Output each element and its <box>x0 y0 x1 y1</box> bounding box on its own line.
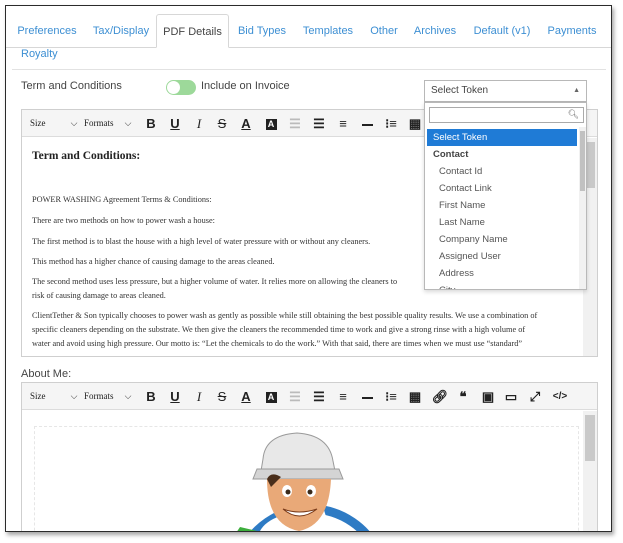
settings-panel: Preferences Tax/Display PDF Details Bid … <box>5 5 612 532</box>
about-editor-toolbar: Size ⌵ Formats ⌵ B U I S A A ☰ ☰ ≡ ⁝≡ ▦ … <box>22 383 597 410</box>
token-option[interactable]: Contact Id <box>427 163 577 180</box>
link-icon[interactable]: 🔗︎ <box>431 383 449 410</box>
fullscreen-icon[interactable]: ⤢ <box>526 383 544 410</box>
profile-image[interactable] <box>34 426 579 531</box>
caret-up-icon: ▲ <box>573 87 580 94</box>
table-icon[interactable]: ▦ <box>406 110 424 137</box>
font-color-icon[interactable]: A <box>237 383 255 410</box>
numbered-list-icon[interactable]: ⁝≡ <box>382 383 400 410</box>
token-dropdown-list: 🔍︎ Select Token Contact Contact Id Conta… <box>424 102 587 290</box>
about-me-label: About Me: <box>21 368 72 380</box>
power-washer-mascot-image <box>237 432 370 531</box>
token-option-select-token[interactable]: Select Token <box>427 129 577 146</box>
token-option[interactable]: Company Name <box>427 231 577 248</box>
font-size-select[interactable]: Size <box>30 110 60 137</box>
formats-select[interactable]: Formats <box>84 110 124 137</box>
tab-tax-display[interactable]: Tax/Display <box>88 14 154 48</box>
tab-payments[interactable]: Payments <box>544 14 600 48</box>
toggle-knob <box>167 81 180 94</box>
terms-label: Term and Conditions <box>21 80 122 92</box>
token-option[interactable]: Contact Link <box>427 180 577 197</box>
terms-paragraph: risk of causing damage to areas cleaned. <box>32 291 166 300</box>
chevron-down-icon[interactable]: ⌵ <box>68 110 80 137</box>
code-view-icon[interactable]: </> <box>550 383 570 410</box>
tab-divider <box>6 47 611 48</box>
numbered-list-icon[interactable]: ⁝≡ <box>382 110 400 137</box>
tab-royalty[interactable]: Royalty <box>21 47 58 61</box>
indent-icon[interactable]: ☰ <box>310 110 328 137</box>
strikethrough-icon[interactable]: S <box>213 383 231 410</box>
italic-icon[interactable]: I <box>190 383 208 410</box>
underline-icon[interactable]: U <box>166 110 184 137</box>
token-option[interactable]: Assigned User <box>427 248 577 265</box>
font-color-icon[interactable]: A <box>237 110 255 137</box>
background-color-icon[interactable]: A <box>262 110 280 137</box>
token-search-input[interactable]: 🔍︎ <box>429 107 584 123</box>
tab-default-v1[interactable]: Default (v1) <box>468 14 536 48</box>
outdent-icon[interactable]: ☰ <box>286 110 304 137</box>
tab-pdf-details[interactable]: PDF Details <box>156 14 229 48</box>
align-icon[interactable]: ≡ <box>334 110 352 137</box>
horizontal-rule-icon[interactable] <box>358 110 376 137</box>
background-color-icon[interactable]: A <box>262 383 280 410</box>
quote-icon[interactable]: ❝ <box>454 383 472 410</box>
about-scrollbar[interactable] <box>583 411 597 531</box>
select-token-dropdown[interactable]: Select Token ▲ <box>424 80 587 102</box>
strikethrough-icon[interactable]: S <box>213 110 231 137</box>
chevron-down-icon[interactable]: ⌵ <box>122 110 134 137</box>
formats-select[interactable]: Formats <box>84 383 124 410</box>
chevron-down-icon[interactable]: ⌵ <box>122 383 134 410</box>
select-token-value: Select Token <box>431 85 489 96</box>
font-size-select[interactable]: Size <box>30 383 60 410</box>
align-icon[interactable]: ≡ <box>334 383 352 410</box>
terms-heading: Term and Conditions: <box>32 150 141 162</box>
bold-icon[interactable]: B <box>142 383 160 410</box>
about-me-editor: Size ⌵ Formats ⌵ B U I S A A ☰ ☰ ≡ ⁝≡ ▦ … <box>21 382 598 531</box>
token-option[interactable]: City <box>427 282 577 289</box>
image-icon[interactable]: ▣ <box>479 383 497 410</box>
tab-bid-types[interactable]: Bid Types <box>234 14 290 48</box>
about-document[interactable] <box>22 411 583 531</box>
tab-preferences[interactable]: Preferences <box>14 14 80 48</box>
horizontal-rule-icon[interactable] <box>358 383 376 410</box>
bold-icon[interactable]: B <box>142 110 160 137</box>
underline-icon[interactable]: U <box>166 383 184 410</box>
tab-archives[interactable]: Archives <box>410 14 460 48</box>
scrollbar-thumb[interactable] <box>580 131 585 191</box>
table-icon[interactable]: ▦ <box>406 383 424 410</box>
terms-paragraph: water and avoid using high pressure. Our… <box>32 339 523 348</box>
outdent-icon[interactable]: ☰ <box>286 383 304 410</box>
token-option[interactable]: Address <box>427 265 577 282</box>
indent-icon[interactable]: ☰ <box>310 383 328 410</box>
token-group-contact: Contact <box>433 149 469 160</box>
search-icon: 🔍︎ <box>567 109 579 119</box>
token-option[interactable]: First Name <box>427 197 577 214</box>
video-icon[interactable]: ▭ <box>502 383 520 410</box>
terms-paragraph: ClientTether & Son typically chooses to … <box>32 311 538 320</box>
tab-bar: Preferences Tax/Display PDF Details Bid … <box>6 6 611 71</box>
terms-paragraph: specific cleaners depending on the subst… <box>32 325 526 334</box>
dropdown-scrollbar[interactable] <box>579 127 586 289</box>
include-on-invoice-label: Include on Invoice <box>201 80 290 92</box>
tab-templates[interactable]: Templates <box>298 14 358 48</box>
token-option[interactable]: Last Name <box>427 214 577 231</box>
section-divider <box>12 69 606 70</box>
chevron-down-icon[interactable]: ⌵ <box>68 383 80 410</box>
include-on-invoice-toggle[interactable] <box>166 80 196 95</box>
tab-other[interactable]: Other <box>366 14 402 48</box>
scrollbar-thumb[interactable] <box>585 415 595 461</box>
italic-icon[interactable]: I <box>190 110 208 137</box>
